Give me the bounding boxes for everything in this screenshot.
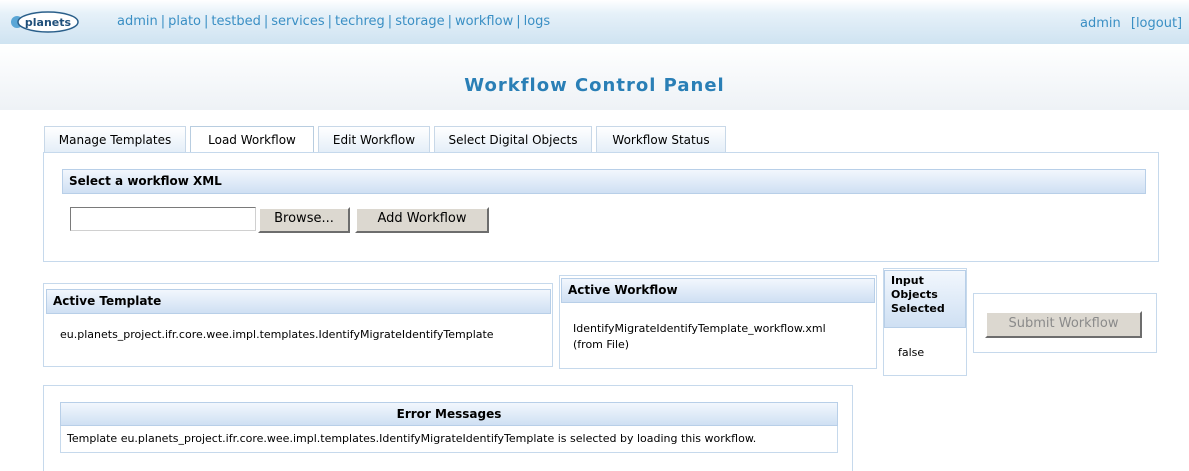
nav-link-storage[interactable]: storage	[395, 14, 444, 29]
add-workflow-button[interactable]: Add Workflow	[355, 207, 489, 233]
svg-text:planets: planets	[25, 16, 72, 29]
nav-link-testbed[interactable]: testbed	[211, 14, 260, 29]
nav-link-workflow[interactable]: workflow	[455, 14, 513, 29]
logout-link[interactable]: [logout]	[1131, 16, 1182, 31]
browse-button[interactable]: Browse...	[258, 207, 350, 233]
submit-workflow-button[interactable]: Submit Workflow	[985, 311, 1142, 338]
active-workflow-value: IdentifyMigrateIdentifyTemplate_workflow…	[573, 321, 826, 353]
nav-separator: |	[516, 14, 521, 29]
active-workflow-filename: IdentifyMigrateIdentifyTemplate_workflow…	[573, 322, 826, 335]
tab-manage-templates[interactable]: Manage Templates	[44, 126, 186, 152]
select-workflow-heading: Select a workflow XML	[62, 169, 1146, 194]
nav-link-services[interactable]: services	[271, 14, 324, 29]
planets-logo[interactable]: planets	[8, 10, 80, 34]
error-message-text: Template eu.planets_project.ifr.core.wee…	[60, 426, 838, 453]
nav-link-plato[interactable]: plato	[168, 14, 201, 29]
error-messages-heading: Error Messages	[60, 402, 838, 426]
nav-separator: |	[387, 14, 393, 29]
user-box: admin [logout]	[1080, 16, 1182, 31]
nav-link-techreg[interactable]: techreg	[335, 14, 385, 29]
workflow-file-input[interactable]	[70, 207, 256, 231]
input-objects-heading-line1: Input	[891, 274, 924, 287]
active-template-heading: Active Template	[46, 289, 551, 314]
tab-edit-workflow[interactable]: Edit Workflow	[318, 126, 430, 152]
input-objects-heading-line2: Objects	[891, 288, 938, 301]
top-nav: admin | plato | testbed | services | techreg | sto…	[117, 14, 550, 29]
page-title: Workflow Control Panel	[464, 75, 725, 96]
nav-separator: |	[204, 14, 209, 29]
tab-workflow-status[interactable]: Workflow Status	[596, 126, 726, 152]
nav-link-logs[interactable]: logs	[524, 14, 551, 29]
tab-load-workflow[interactable]: Load Workflow	[190, 126, 314, 153]
nav-separator: |	[447, 14, 452, 29]
nav-separator: |	[263, 14, 269, 29]
active-workflow-heading: Active Workflow	[561, 278, 875, 303]
active-template-value: eu.planets_project.ifr.core.wee.impl.tem…	[60, 328, 494, 341]
user-name-link[interactable]: admin	[1080, 16, 1121, 31]
nav-link-admin[interactable]: admin	[117, 14, 158, 29]
nav-separator: |	[160, 14, 166, 29]
input-objects-heading: Input Objects Selected	[884, 270, 966, 328]
nav-separator: |	[327, 14, 332, 29]
tab-select-digital-objects[interactable]: Select Digital Objects	[434, 126, 592, 152]
active-workflow-source: (from File)	[573, 338, 630, 351]
input-objects-value: false	[898, 346, 925, 359]
input-objects-heading-line3: Selected	[891, 302, 945, 315]
